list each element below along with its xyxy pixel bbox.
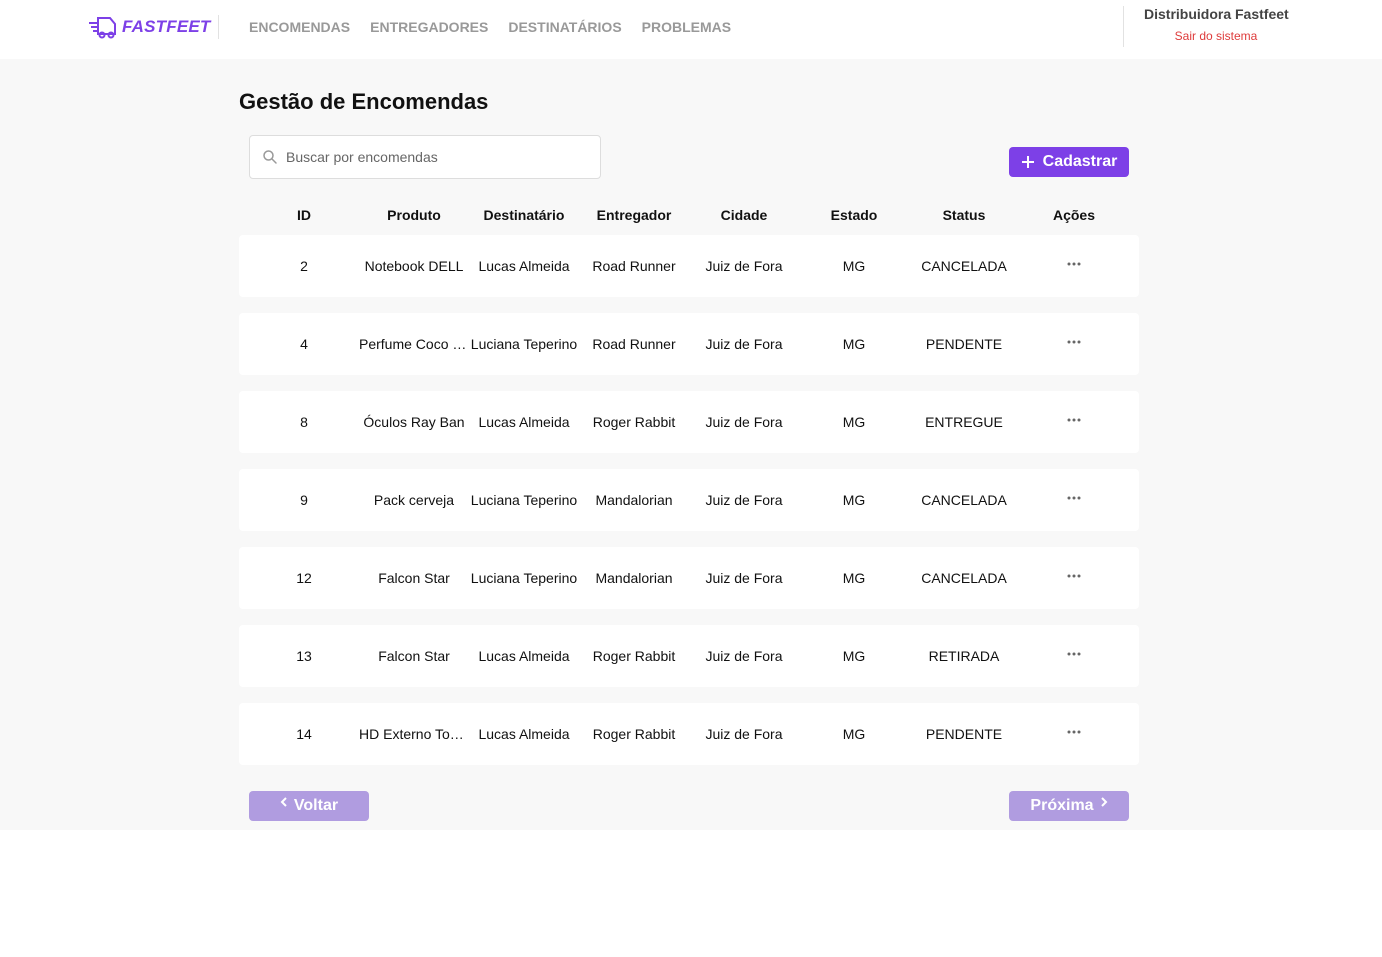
cell-recipient: Lucas Almeida: [478, 648, 570, 664]
user-name: Distribuidora Fastfeet: [1144, 6, 1289, 22]
more-actions-icon[interactable]: [1067, 652, 1081, 656]
cell-state: MG: [842, 726, 866, 742]
cell-status: PENDENTE: [925, 726, 1003, 742]
header-actions: Ações: [1052, 207, 1096, 223]
cell-status: CANCELADA: [921, 258, 1007, 274]
cell-product: Perfume Coco Chanel: [359, 336, 469, 352]
cell-deliveryman: Roger Rabbit: [592, 726, 676, 742]
delivery-truck-icon: [89, 17, 116, 39]
more-actions-icon[interactable]: [1067, 262, 1081, 266]
cell-city: Juiz de Fora: [705, 414, 783, 430]
cell-deliveryman: Roger Rabbit: [592, 414, 676, 430]
cell-recipient: Luciana Teperino: [470, 570, 578, 586]
table-row: 2 Notebook DELL Lucas Almeida Road Runne…: [239, 235, 1139, 297]
cell-recipient: Luciana Teperino: [470, 492, 578, 508]
nav-item-encomendas[interactable]: ENCOMENDAS: [249, 19, 350, 35]
more-actions-icon[interactable]: [1067, 418, 1081, 422]
cell-state: MG: [842, 492, 866, 508]
brand-name: FASTFEET: [122, 17, 211, 36]
cell-deliveryman: Road Runner: [592, 336, 676, 352]
cell-state: MG: [842, 258, 866, 274]
page-title: Gestão de Encomendas: [239, 89, 489, 114]
next-page-label: Próxima: [1030, 797, 1094, 814]
chevron-left-icon: [280, 797, 287, 807]
header-city: Cidade: [720, 207, 768, 223]
add-order-button[interactable]: Cadastrar: [1009, 147, 1129, 177]
table-row: 4 Perfume Coco Chanel Luciana Teperino R…: [239, 313, 1139, 375]
more-actions-icon[interactable]: [1067, 730, 1081, 734]
cell-product: Falcon Star: [378, 570, 450, 586]
fastfeet-logo[interactable]: FASTFEET: [88, 14, 211, 40]
header-divider: [218, 15, 219, 39]
cell-product: Falcon Star: [378, 648, 450, 664]
cell-status: ENTREGUE: [925, 414, 1003, 430]
cell-id: 13: [296, 648, 312, 664]
cell-city: Juiz de Fora: [705, 336, 783, 352]
table-row: 8 Óculos Ray Ban Lucas Almeida Roger Rab…: [239, 391, 1139, 453]
cell-city: Juiz de Fora: [705, 258, 783, 274]
more-actions-icon[interactable]: [1067, 340, 1081, 344]
cell-deliveryman: Mandalorian: [595, 570, 673, 586]
header-status: Status: [942, 207, 986, 223]
plus-icon: [1021, 156, 1034, 168]
header-id: ID: [297, 207, 311, 223]
cell-id: 8: [300, 414, 308, 430]
cell-city: Juiz de Fora: [705, 570, 783, 586]
nav-item-entregadores[interactable]: ENTREGADORES: [370, 19, 488, 35]
cell-status: PENDENTE: [925, 336, 1003, 352]
user-divider: [1123, 6, 1124, 47]
cell-city: Juiz de Fora: [705, 648, 783, 664]
cell-state: MG: [842, 336, 866, 352]
cell-recipient: Luciana Teperino: [470, 336, 578, 352]
cell-city: Juiz de Fora: [705, 492, 783, 508]
cell-product: Óculos Ray Ban: [363, 414, 465, 430]
header-deliveryman: Entregador: [596, 207, 672, 223]
search-box[interactable]: [249, 135, 601, 179]
cell-status: CANCELADA: [921, 492, 1007, 508]
cell-status: CANCELADA: [921, 570, 1007, 586]
search-icon: [263, 150, 277, 164]
table-row: 9 Pack cerveja Luciana Teperino Mandalor…: [239, 469, 1139, 531]
search-input[interactable]: [286, 149, 586, 165]
cell-state: MG: [842, 648, 866, 664]
logout-link[interactable]: Sair do sistema: [1144, 29, 1288, 43]
table-row: 14 HD Externo Toshiba Lucas Almeida Roge…: [239, 703, 1139, 765]
next-page-button[interactable]: Próxima: [1009, 791, 1129, 821]
cell-product: Notebook DELL: [364, 258, 464, 274]
cell-id: 12: [296, 570, 312, 586]
cell-recipient: Lucas Almeida: [478, 258, 570, 274]
more-actions-icon[interactable]: [1067, 496, 1081, 500]
cell-id: 9: [300, 492, 308, 508]
nav-item-problemas[interactable]: PROBLEMAS: [642, 19, 731, 35]
cell-product: Pack cerveja: [373, 492, 455, 508]
previous-page-button[interactable]: Voltar: [249, 791, 369, 821]
cell-deliveryman: Mandalorian: [595, 492, 673, 508]
cell-recipient: Lucas Almeida: [478, 414, 570, 430]
cell-recipient: Lucas Almeida: [478, 726, 570, 742]
cell-id: 2: [300, 258, 308, 274]
cell-product: HD Externo Toshiba: [359, 726, 469, 742]
cell-city: Juiz de Fora: [705, 726, 783, 742]
add-order-label: Cadastrar: [1042, 153, 1118, 170]
nav-item-destinatarios[interactable]: DESTINATÁRIOS: [508, 19, 621, 35]
main-nav: ENCOMENDAS ENTREGADORES DESTINATÁRIOS PR…: [249, 19, 731, 35]
table-row: 13 Falcon Star Lucas Almeida Roger Rabbi…: [239, 625, 1139, 687]
previous-page-label: Voltar: [293, 797, 339, 814]
cell-state: MG: [842, 570, 866, 586]
table-row: 12 Falcon Star Luciana Teperino Mandalor…: [239, 547, 1139, 609]
top-header: FASTFEET ENCOMENDAS ENTREGADORES DESTINA…: [0, 0, 1382, 59]
table-header: ID Produto Destinatário Entregador Cidad…: [239, 207, 1139, 227]
chevron-right-icon: [1100, 797, 1107, 807]
cell-deliveryman: Road Runner: [592, 258, 676, 274]
header-recipient: Destinatário: [483, 207, 565, 223]
cell-deliveryman: Roger Rabbit: [592, 648, 676, 664]
header-state: Estado: [830, 207, 878, 223]
more-actions-icon[interactable]: [1067, 574, 1081, 578]
cell-id: 4: [300, 336, 308, 352]
header-product: Produto: [387, 207, 441, 223]
cell-state: MG: [842, 414, 866, 430]
cell-id: 14: [296, 726, 312, 742]
cell-status: RETIRADA: [928, 648, 1000, 664]
